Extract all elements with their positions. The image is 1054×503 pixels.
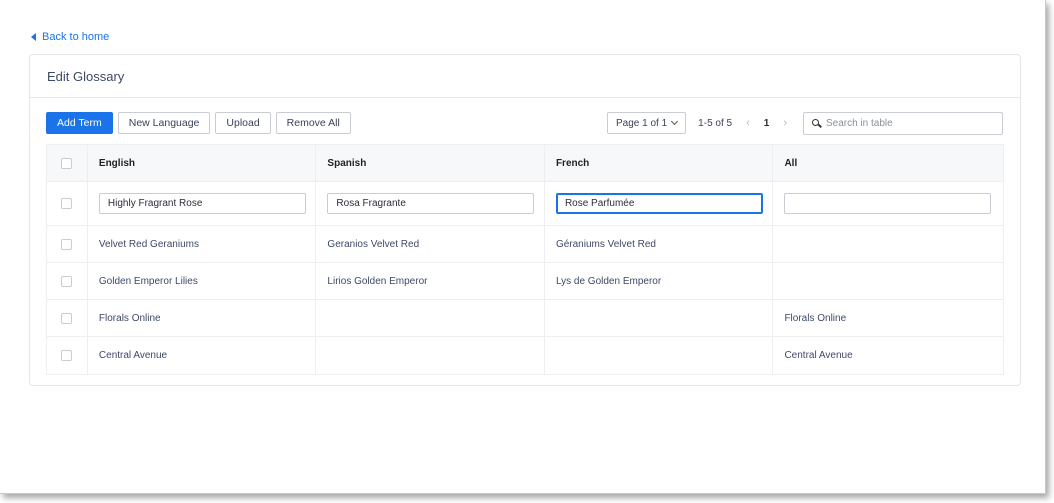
back-to-home-link[interactable]: Back to home [31, 30, 109, 44]
current-page[interactable]: 1 [764, 118, 770, 129]
row-checkbox[interactable] [61, 312, 73, 324]
upload-button[interactable]: Upload [215, 112, 271, 134]
table-row[interactable]: Velvet Red Geraniums Geranios Velvet Red… [47, 226, 1003, 263]
table-row[interactable]: Central Avenue Central Avenue [47, 337, 1003, 374]
row-check-cell [47, 300, 88, 336]
table-header-row: English Spanish French All [47, 145, 1003, 182]
table-row[interactable]: Golden Emperor Lilies Lirios Golden Empe… [47, 263, 1003, 300]
cell-english: Velvet Red Geraniums [88, 226, 317, 262]
table-row-editing [47, 182, 1003, 226]
glossary-card: Edit Glossary Add Term New Language Uplo… [29, 54, 1021, 386]
edit-cell-all [773, 182, 1003, 225]
cell-spanish [316, 300, 545, 336]
cell-french: Géraniums Velvet Red [545, 226, 774, 262]
cell-english: Central Avenue [88, 337, 317, 374]
cell-english: Golden Emperor Lilies [88, 263, 317, 299]
search-input[interactable] [826, 117, 996, 129]
page-select[interactable]: Page 1 of 1 [607, 112, 687, 134]
row-check-cell [47, 263, 88, 299]
column-header-french: French [545, 145, 774, 181]
prev-page-button[interactable]: ‹ [746, 117, 750, 129]
card-title: Edit Glossary [30, 55, 1020, 98]
new-language-button[interactable]: New Language [117, 112, 211, 134]
row-checkbox[interactable] [61, 198, 73, 209]
row-check-cell [47, 337, 88, 374]
cell-spanish: Geranios Velvet Red [316, 226, 545, 262]
next-page-button[interactable]: › [783, 117, 787, 129]
row-check-cell [47, 226, 88, 262]
all-term-input[interactable] [784, 193, 992, 214]
back-link-label: Back to home [42, 31, 110, 43]
select-all-cell [47, 145, 88, 181]
toolbar: Add Term New Language Upload Remove All … [46, 111, 1003, 135]
page-select-label: Page 1 of 1 [616, 117, 668, 129]
english-term-input[interactable] [98, 193, 306, 214]
cell-spanish: Lirios Golden Emperor [316, 263, 545, 299]
row-checkbox[interactable] [61, 275, 73, 287]
table-row[interactable]: Florals Online Florals Online [47, 300, 1003, 337]
glossary-table: English Spanish French All Highly Fragra… [46, 144, 1004, 375]
edit-cell-spanish [316, 182, 545, 225]
window-frame: Back to home Edit Glossary Add Term New … [0, 0, 1046, 494]
cell-french [545, 300, 774, 336]
page-range: 1-5 of 5 [698, 117, 733, 129]
column-header-english: English [88, 145, 317, 181]
cell-spanish [316, 337, 545, 374]
column-header-all: All [784, 157, 798, 169]
cell-all [773, 226, 1003, 262]
edit-cell-english [88, 182, 317, 225]
remove-all-button[interactable]: Remove All [275, 112, 351, 134]
column-header-spanish: Spanish [316, 145, 545, 181]
row-checkbox[interactable] [61, 350, 73, 361]
search-box[interactable] [803, 111, 1003, 135]
search-icon [812, 118, 822, 128]
row-check-cell [47, 182, 88, 225]
chevron-down-icon [671, 117, 679, 126]
cell-all [773, 263, 1003, 299]
cell-english: Florals Online [88, 300, 317, 336]
select-all-checkbox[interactable] [61, 157, 73, 169]
cell-french: Lys de Golden Emperor [545, 263, 774, 299]
spanish-term-input[interactable] [327, 193, 535, 214]
cell-all: Central Avenue [784, 350, 853, 361]
edit-cell-french [545, 182, 774, 225]
caret-left-icon [31, 33, 36, 41]
french-term-input[interactable] [555, 193, 763, 214]
row-checkbox[interactable] [61, 238, 73, 250]
cell-french [545, 337, 774, 374]
add-term-button[interactable]: Add Term [46, 112, 113, 134]
cell-all: Florals Online [784, 312, 847, 324]
